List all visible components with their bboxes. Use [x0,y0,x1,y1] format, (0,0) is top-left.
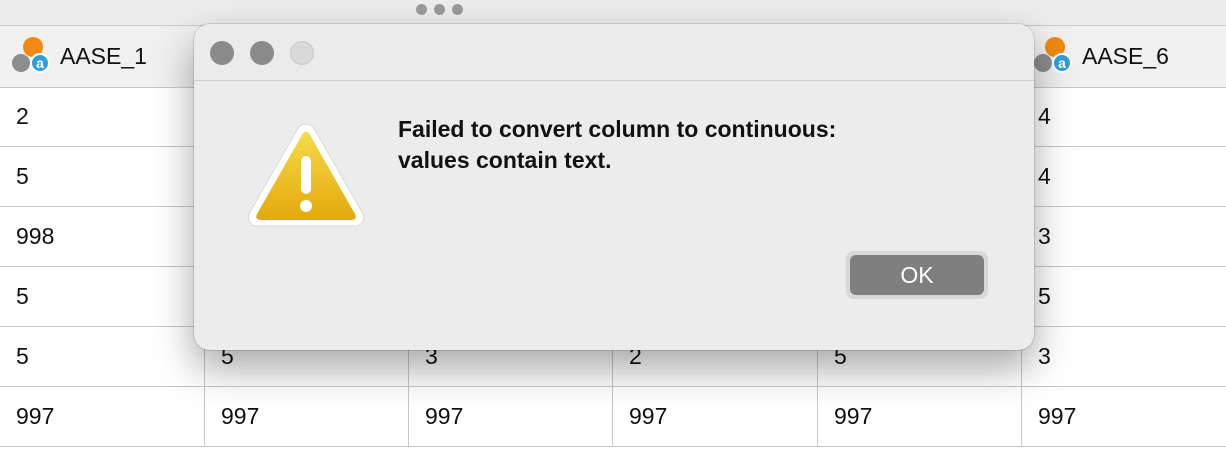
table-cell[interactable]: 5 [0,267,205,326]
dialog-titlebar [194,24,1034,81]
table-cell[interactable]: 998 [0,207,205,266]
error-message: Failed to convert column to continuous: … [398,114,958,176]
table-cell[interactable]: 5 [0,147,205,206]
table-cell[interactable]: 997 [613,387,818,446]
window-top-strip [0,0,1226,25]
column-header-aase-6[interactable]: a AASE_6 [1022,26,1226,87]
drag-handle[interactable] [416,4,463,15]
table-cell[interactable]: 997 [1022,387,1226,446]
ok-button-label: OK [850,255,984,295]
dot-icon [416,4,427,15]
table-cell[interactable]: 5 [0,327,205,386]
table-cell[interactable]: 4 [1022,147,1226,206]
dot-icon [452,4,463,15]
table-cell[interactable]: 997 [0,387,205,446]
zoom-button[interactable] [290,41,314,65]
table-cell[interactable]: 997 [818,387,1022,446]
ok-button[interactable]: OK [846,251,988,299]
minimize-button[interactable] [250,41,274,65]
column-header-aase-1[interactable]: a AASE_1 [0,26,205,87]
table-row: 997 997 997 997 997 997 [0,387,1226,447]
table-cell[interactable]: 4 [1022,87,1226,146]
table-cell[interactable]: 3 [1022,327,1226,386]
variable-type-icon: a [12,36,52,77]
dot-icon [434,4,445,15]
warning-icon [247,123,365,227]
close-button[interactable] [210,41,234,65]
column-header-label: AASE_6 [1082,43,1169,69]
table-cell[interactable]: 3 [1022,207,1226,266]
message-line-2: values contain text. [398,147,612,173]
column-header-label: AASE_1 [60,43,147,69]
message-line-1: Failed to convert column to continuous: [398,116,837,142]
table-cell[interactable]: 997 [205,387,409,446]
table-cell[interactable]: 2 [0,87,205,146]
error-dialog: Failed to convert column to continuous: … [194,24,1034,350]
variable-type-icon: a [1034,36,1074,77]
table-cell[interactable]: 997 [409,387,613,446]
table-cell[interactable]: 5 [1022,267,1226,326]
